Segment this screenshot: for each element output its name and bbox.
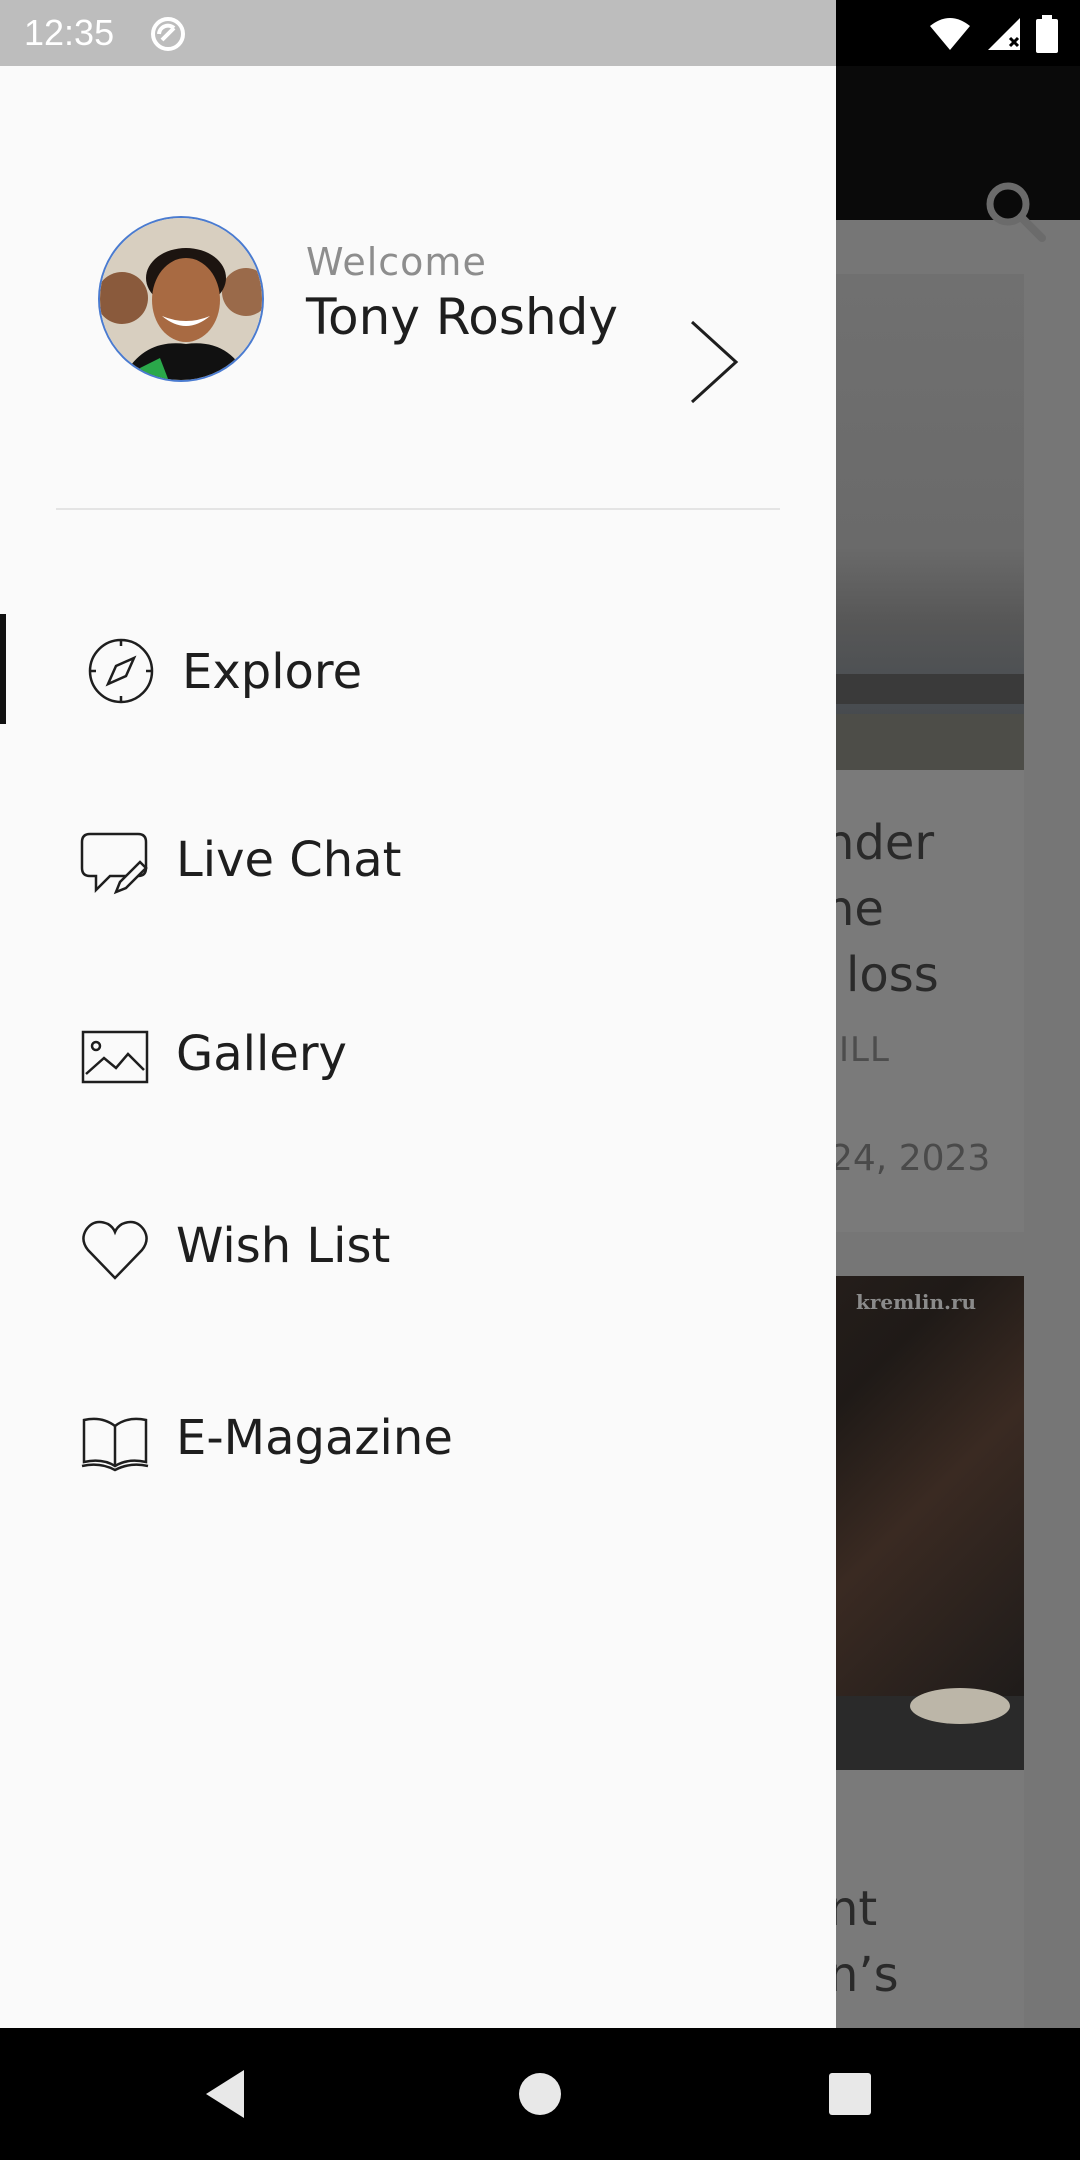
menu-item-wish-list[interactable]: Wish List — [0, 1188, 836, 1308]
search-icon — [986, 182, 1046, 242]
headline-line-2: ne — [836, 881, 884, 937]
wifi-icon — [930, 18, 970, 50]
screen: kremlin.ru nder ne loss JILL 24, 2023 nt… — [0, 0, 1080, 2160]
book-icon — [81, 1417, 149, 1472]
divider — [56, 508, 780, 510]
compass-icon — [88, 638, 154, 704]
avatar[interactable] — [98, 216, 264, 382]
recents-icon[interactable] — [818, 2062, 882, 2126]
profile-header[interactable]: Welcome Tony Roshdy — [0, 66, 836, 508]
home-icon[interactable] — [508, 2062, 572, 2126]
status-time: 12:35 — [24, 12, 115, 53]
date-text: 24, 2023 — [836, 1138, 991, 1179]
sync-icon — [151, 17, 185, 51]
menu-item-e-magazine[interactable]: E-Magazine — [0, 1380, 836, 1500]
status-bar-drawer-part: 12:35 — [0, 0, 836, 66]
battery-icon — [1036, 15, 1058, 53]
chat-edit-icon — [80, 832, 148, 895]
chevron-right-icon[interactable] — [686, 318, 742, 406]
avatar-photo — [100, 218, 262, 380]
menu-label-live-chat: Live Chat — [176, 832, 402, 888]
headline-line-3: loss — [846, 947, 939, 1003]
article-author-fragment: JILL — [836, 1028, 1080, 1078]
headline2-line-2: n’s — [836, 1947, 899, 2003]
image-icon — [81, 1030, 149, 1084]
headline-line-1: nder — [836, 815, 935, 871]
menu-label-explore: Explore — [182, 644, 363, 700]
heart-icon — [82, 1220, 148, 1280]
menu-item-explore[interactable]: Explore — [0, 614, 836, 734]
menu-label-e-magazine: E-Magazine — [176, 1410, 453, 1466]
signal-icon — [988, 18, 1020, 50]
status-bar: 12:35 — [0, 0, 1080, 66]
article2-headline-fragment: nt n’s — [836, 1876, 1080, 2016]
author-text: JILL — [836, 1030, 890, 1070]
menu-item-live-chat[interactable]: Live Chat — [0, 802, 836, 922]
status-icons — [928, 14, 1058, 54]
user-name: Tony Roshdy — [306, 288, 618, 346]
back-icon[interactable] — [194, 2062, 258, 2126]
article-headline-fragment: nder ne loss — [836, 810, 1080, 1010]
menu-label-gallery: Gallery — [176, 1026, 347, 1082]
menu-item-gallery[interactable]: Gallery — [0, 996, 836, 1116]
article-date-fragment: 24, 2023 — [836, 1134, 1080, 1184]
welcome-label: Welcome — [306, 240, 487, 284]
active-indicator — [0, 614, 6, 724]
system-nav-bar — [0, 2028, 1080, 2160]
menu-label-wish-list: Wish List — [176, 1218, 391, 1274]
headline2-line-1: nt — [836, 1881, 878, 1937]
navigation-drawer: Welcome Tony Roshdy Explore Live Chat Ga… — [0, 66, 836, 2028]
